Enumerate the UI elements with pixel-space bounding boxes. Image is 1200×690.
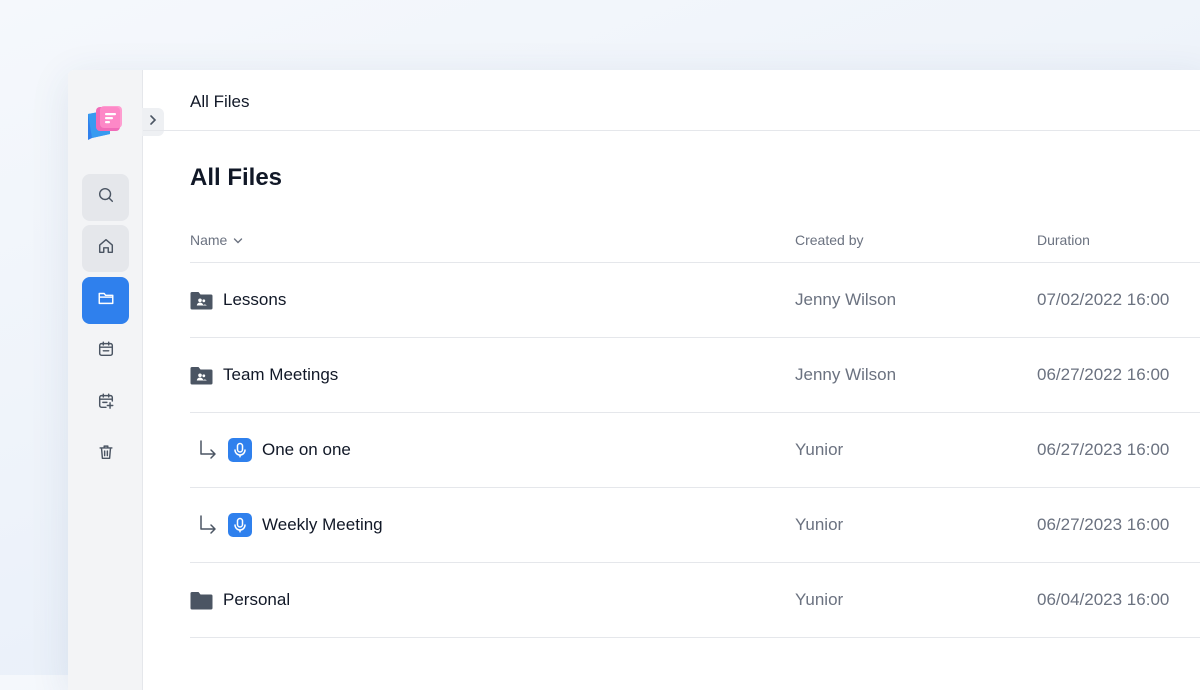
trash-icon — [97, 443, 115, 466]
table-header: Name Created by Duration — [190, 220, 1200, 263]
calendar-icon — [97, 340, 115, 363]
nav-files-button[interactable] — [82, 277, 129, 324]
calendar-add-icon — [97, 392, 115, 415]
duration-cell: 06/04/2023 16:00 — [1037, 590, 1170, 609]
duration-cell: 06/27/2022 16:00 — [1037, 365, 1170, 384]
file-name-cell: One on one — [198, 413, 351, 487]
table-row[interactable]: One on one Yunior 06/27/2023 16:00 — [190, 413, 1200, 488]
file-name-cell: Personal — [190, 563, 290, 637]
created-by-cell: Yunior — [795, 440, 844, 459]
subdirectory-arrow-icon — [198, 439, 218, 461]
created-by-cell: Yunior — [795, 590, 844, 609]
files-table: Name Created by Duration Lessons Jenny W… — [190, 220, 1200, 638]
top-bar: All Files — [143, 70, 1200, 131]
file-name: Team Meetings — [223, 365, 339, 384]
nav-search-button[interactable] — [82, 174, 129, 221]
table-row[interactable]: Team Meetings Jenny Wilson 06/27/2022 16… — [190, 338, 1200, 413]
created-by-cell: Jenny Wilson — [795, 365, 897, 384]
file-name: One on one — [262, 440, 351, 459]
shared-folder-icon — [190, 365, 213, 385]
shared-folder-icon — [190, 290, 213, 310]
duration-cell: 06/27/2023 16:00 — [1037, 515, 1170, 534]
app-window: All Files All Files Name Created by Dura… — [68, 70, 1200, 690]
folder-icon — [190, 590, 213, 610]
microphone-icon — [228, 513, 252, 537]
file-name: Weekly Meeting — [262, 515, 383, 534]
nav-home-button[interactable] — [82, 225, 129, 272]
folder-icon — [97, 289, 115, 312]
column-header-name[interactable]: Name — [190, 232, 243, 248]
file-name-cell: Lessons — [190, 263, 286, 337]
table-row[interactable]: Personal Yunior 06/04/2023 16:00 — [190, 563, 1200, 638]
duration-cell: 07/02/2022 16:00 — [1037, 290, 1170, 309]
breadcrumb: All Files — [190, 92, 250, 111]
nav-calendar-button[interactable] — [82, 328, 129, 375]
subdirectory-arrow-icon — [198, 514, 218, 536]
sidebar — [68, 70, 143, 690]
table-row[interactable]: Weekly Meeting Yunior 06/27/2023 16:00 — [190, 488, 1200, 563]
column-header-name-label: Name — [190, 232, 228, 248]
chevron-down-icon — [233, 232, 243, 248]
table-row[interactable]: Lessons Jenny Wilson 07/02/2022 16:00 — [190, 263, 1200, 338]
file-name-cell: Weekly Meeting — [198, 488, 383, 562]
file-name: Lessons — [223, 290, 287, 309]
search-icon — [97, 186, 115, 209]
file-name-cell: Team Meetings — [190, 338, 338, 412]
created-by-cell: Yunior — [795, 515, 844, 534]
column-header-created-by[interactable]: Created by — [795, 232, 863, 248]
microphone-icon — [228, 438, 252, 462]
nav-schedule-button[interactable] — [82, 380, 129, 427]
home-icon — [97, 237, 115, 260]
column-header-duration[interactable]: Duration — [1037, 232, 1090, 248]
file-name: Personal — [223, 590, 291, 609]
page-title: All Files — [190, 164, 283, 191]
created-by-cell: Jenny Wilson — [795, 290, 897, 309]
app-logo[interactable] — [86, 104, 126, 144]
duration-cell: 06/27/2023 16:00 — [1037, 440, 1170, 459]
nav-trash-button[interactable] — [82, 431, 129, 478]
